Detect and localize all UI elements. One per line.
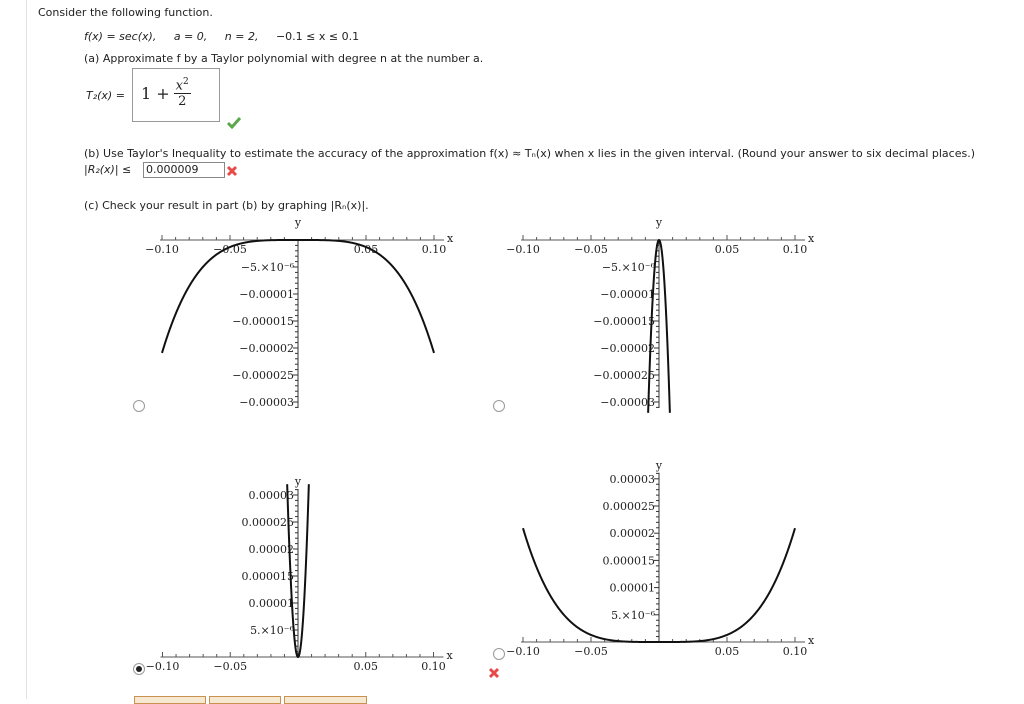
option-4-incorrect-x-icon	[488, 667, 500, 679]
graph-1-x-tick-label: −0.10	[145, 243, 179, 256]
graph-3-x-tick-label: −0.10	[146, 660, 180, 673]
option-3-radio[interactable]	[133, 663, 145, 675]
graph-1-y-tick-label: −5.×10⁻⁶	[241, 261, 295, 274]
graph-2-y-tick-label: −0.000015	[593, 315, 655, 328]
graph-4-y-tick-label: 0.00002	[610, 527, 656, 540]
graph-1-y-tick-label: −0.000025	[232, 369, 294, 382]
graph-2-x-tick-label: 0.10	[783, 243, 808, 256]
graph-2-y-tick-label: −0.000025	[593, 369, 655, 382]
graph-3-x-tick-label: 0.10	[421, 660, 446, 673]
graph-1-y-label: y	[294, 216, 302, 229]
graph-3-y-label: y	[294, 475, 302, 488]
option-1-radio[interactable]	[133, 400, 145, 412]
graph-2-x-tick-label: 0.05	[715, 243, 740, 256]
graph-1-y-tick-label: −0.00002	[239, 342, 294, 355]
graph-2-x-tick-label: −0.05	[574, 243, 608, 256]
graph-3-x-tick-label: 0.05	[354, 660, 379, 673]
button-2[interactable]	[209, 696, 281, 704]
graph-4-x-label: x	[808, 634, 815, 647]
graph-4-y-tick-label: 0.00003	[610, 473, 656, 486]
graph-4-x-tick-label: −0.05	[574, 645, 608, 658]
graph-4-y-label: y	[655, 459, 663, 472]
graph-3-x-label: x	[447, 649, 454, 662]
graph-2-y-tick-label: −0.00002	[600, 342, 655, 355]
graph-1-x-label: x	[447, 232, 454, 245]
graph-2-x-tick-label: −0.10	[506, 243, 540, 256]
graph-2-y-tick-label: −5.×10⁻⁶	[602, 261, 656, 274]
graph-4-y-tick-label: 0.000025	[603, 500, 656, 513]
graph-2-y-tick-label: −0.00001	[600, 288, 655, 301]
graph-2-y-tick-label: −0.00003	[600, 396, 655, 409]
graph-3-y-tick-label: 0.000025	[242, 516, 295, 529]
graph-4-x-tick-label: −0.10	[506, 645, 540, 658]
graph-4-y-tick-label: 5.×10⁻⁶	[611, 609, 656, 622]
graph-3-y-tick-label: 5.×10⁻⁶	[250, 624, 295, 637]
graph-2-y-label: y	[655, 216, 663, 229]
option-2-radio[interactable]	[493, 400, 505, 412]
button-1[interactable]	[134, 696, 206, 704]
graph-3-y-tick-label: 0.00002	[249, 543, 295, 556]
graph-4-y-tick-label: 0.000015	[603, 554, 656, 567]
graph-3-x-tick-label: −0.05	[213, 660, 247, 673]
graph-2-x-label: x	[808, 232, 815, 245]
graph-4-x-tick-label: 0.05	[715, 645, 740, 658]
graph-1-y-tick-label: −0.00001	[239, 288, 294, 301]
button-3[interactable]	[284, 696, 367, 704]
graph-3-y-tick-label: 0.00001	[249, 597, 295, 610]
graph-3-y-tick-label: 0.000015	[242, 570, 295, 583]
option-4-radio[interactable]	[493, 648, 505, 660]
graph-1-y-tick-label: −0.00003	[239, 396, 294, 409]
graph-4-y-tick-label: 0.00001	[610, 582, 656, 595]
graphs-canvas: −0.10 −0.05 0.05 0.10xy−5.×10⁻⁶−0.00001−0.0…	[145, 216, 815, 673]
graph-1-x-tick-label: 0.10	[422, 243, 447, 256]
graph-1-y-tick-label: −0.000015	[232, 315, 294, 328]
graph-4-x-tick-label: 0.10	[783, 645, 808, 658]
